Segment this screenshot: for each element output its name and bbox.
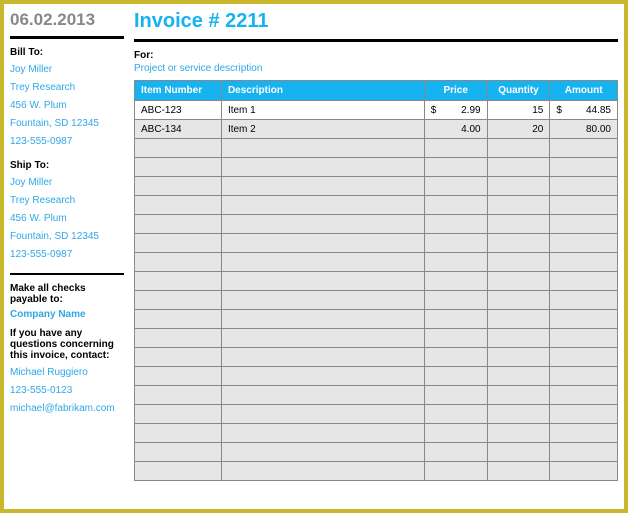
invoice-document: 06.02.2013 Bill To: Joy Miller Trey Rese… bbox=[0, 0, 628, 513]
table-row bbox=[135, 310, 618, 329]
ship-to-street: 456 W. Plum bbox=[10, 211, 124, 227]
divider bbox=[10, 36, 124, 39]
contact-phone: 123-555-0123 bbox=[10, 383, 124, 399]
contact-name: Michael Ruggiero bbox=[10, 365, 124, 381]
col-amount: Amount bbox=[550, 81, 618, 101]
col-qty: Quantity bbox=[487, 81, 550, 101]
table-row bbox=[135, 329, 618, 348]
questions-label: If you have any questions concerning thi… bbox=[10, 328, 124, 361]
col-desc: Description bbox=[221, 81, 424, 101]
table-row bbox=[135, 367, 618, 386]
ship-to-company: Trey Research bbox=[10, 193, 124, 209]
currency-symbol: $ bbox=[431, 105, 437, 116]
ship-to-name: Joy Miller bbox=[10, 175, 124, 191]
checks-label: Make all checks payable to: bbox=[10, 283, 124, 305]
table-header-row: Item Number Description Price Quantity A… bbox=[135, 81, 618, 101]
ship-to-section: Ship To: Joy Miller Trey Research 456 W.… bbox=[10, 160, 124, 263]
divider bbox=[10, 273, 124, 275]
ship-to-block: Joy Miller Trey Research 456 W. Plum Fou… bbox=[10, 175, 124, 263]
bill-to-city: Fountain, SD 12345 bbox=[10, 116, 124, 132]
amount-value: 44.85 bbox=[586, 105, 611, 116]
for-label: For: bbox=[134, 50, 618, 61]
sidebar: 06.02.2013 Bill To: Joy Miller Trey Rese… bbox=[4, 4, 132, 509]
table-row: ABC-134 Item 2 4.00 20 80.00 bbox=[135, 120, 618, 139]
table-row bbox=[135, 348, 618, 367]
table-row bbox=[135, 291, 618, 310]
cell-price: 4.00 bbox=[424, 120, 487, 139]
price-value: 4.00 bbox=[461, 124, 480, 135]
cell-item: ABC-123 bbox=[135, 101, 222, 120]
table-row bbox=[135, 386, 618, 405]
for-description: Project or service description bbox=[134, 63, 618, 74]
cell-qty: 15 bbox=[487, 101, 550, 120]
invoice-table: Item Number Description Price Quantity A… bbox=[134, 80, 618, 481]
bill-to-section: Bill To: Joy Miller Trey Research 456 W.… bbox=[10, 47, 124, 150]
cell-item: ABC-134 bbox=[135, 120, 222, 139]
cell-qty: 20 bbox=[487, 120, 550, 139]
table-row: ABC-123 Item 1 $2.99 15 $44.85 bbox=[135, 101, 618, 120]
table-row bbox=[135, 215, 618, 234]
company-name: Company Name bbox=[10, 309, 124, 320]
table-row bbox=[135, 272, 618, 291]
table-row bbox=[135, 253, 618, 272]
payable-section: Make all checks payable to: Company Name… bbox=[10, 283, 124, 417]
invoice-date: 06.02.2013 bbox=[10, 10, 124, 30]
ship-to-city: Fountain, SD 12345 bbox=[10, 229, 124, 245]
ship-to-phone: 123-555-0987 bbox=[10, 247, 124, 263]
table-row bbox=[135, 405, 618, 424]
currency-symbol: $ bbox=[556, 105, 562, 116]
table-body: ABC-123 Item 1 $2.99 15 $44.85 ABC-134 I… bbox=[135, 101, 618, 481]
col-item: Item Number bbox=[135, 81, 222, 101]
amount-value: 80.00 bbox=[586, 124, 611, 135]
ship-to-label: Ship To: bbox=[10, 160, 124, 171]
invoice-title: Invoice # 2211 bbox=[134, 10, 618, 33]
col-price: Price bbox=[424, 81, 487, 101]
table-row bbox=[135, 139, 618, 158]
bill-to-company: Trey Research bbox=[10, 80, 124, 96]
divider bbox=[134, 39, 618, 42]
bill-to-block: Joy Miller Trey Research 456 W. Plum Fou… bbox=[10, 62, 124, 150]
table-row bbox=[135, 234, 618, 253]
contact-email: michael@fabrikam.com bbox=[10, 401, 124, 417]
price-value: 2.99 bbox=[461, 105, 480, 116]
table-row bbox=[135, 443, 618, 462]
table-row bbox=[135, 424, 618, 443]
bill-to-phone: 123-555-0987 bbox=[10, 134, 124, 150]
bill-to-street: 456 W. Plum bbox=[10, 98, 124, 114]
main-panel: Invoice # 2211 For: Project or service d… bbox=[132, 4, 624, 509]
bill-to-name: Joy Miller bbox=[10, 62, 124, 78]
cell-desc: Item 1 bbox=[221, 101, 424, 120]
table-row bbox=[135, 196, 618, 215]
cell-desc: Item 2 bbox=[221, 120, 424, 139]
cell-amount: $44.85 bbox=[550, 101, 618, 120]
cell-amount: 80.00 bbox=[550, 120, 618, 139]
cell-price: $2.99 bbox=[424, 101, 487, 120]
table-row bbox=[135, 462, 618, 481]
bill-to-label: Bill To: bbox=[10, 47, 124, 58]
table-row bbox=[135, 158, 618, 177]
contact-block: Michael Ruggiero 123-555-0123 michael@fa… bbox=[10, 365, 124, 417]
table-row bbox=[135, 177, 618, 196]
